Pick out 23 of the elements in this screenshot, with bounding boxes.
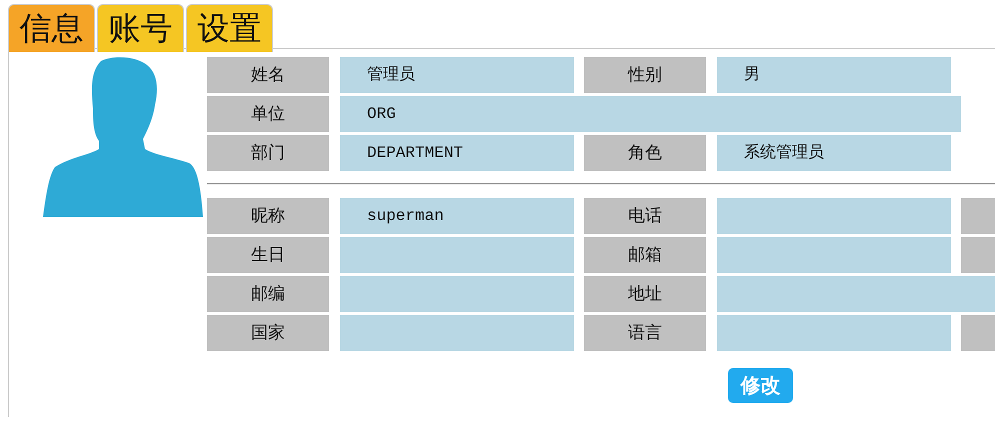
field-value: 管理员 [340,57,574,93]
field-value: 系统管理员 [717,135,951,171]
field-label: 姓名 [207,57,329,93]
field-label: 昵称 [207,198,329,234]
field-label: 国家 [207,315,329,351]
field-value: DEPARTMENT [340,135,574,171]
tab[interactable]: 账号 [97,4,184,52]
tab[interactable]: 设置 [186,4,273,52]
avatar-icon [43,57,203,217]
field-label: 性别 [584,57,706,93]
tab[interactable]: 信息 [8,4,95,52]
field-label: 语言 [584,315,706,351]
field-label: 角色 [584,135,706,171]
field-label: 电话 [584,198,706,234]
field-value: 男 [717,57,951,93]
field-label: 部门 [207,135,329,171]
field-label: 地址 [584,276,706,312]
field-label: 单位 [207,96,329,132]
field-label: 生日 [207,237,329,273]
field-value: superman [340,198,574,234]
field-value: ORG [340,96,961,132]
field-label: 邮编 [207,276,329,312]
field-label: 邮箱 [584,237,706,273]
